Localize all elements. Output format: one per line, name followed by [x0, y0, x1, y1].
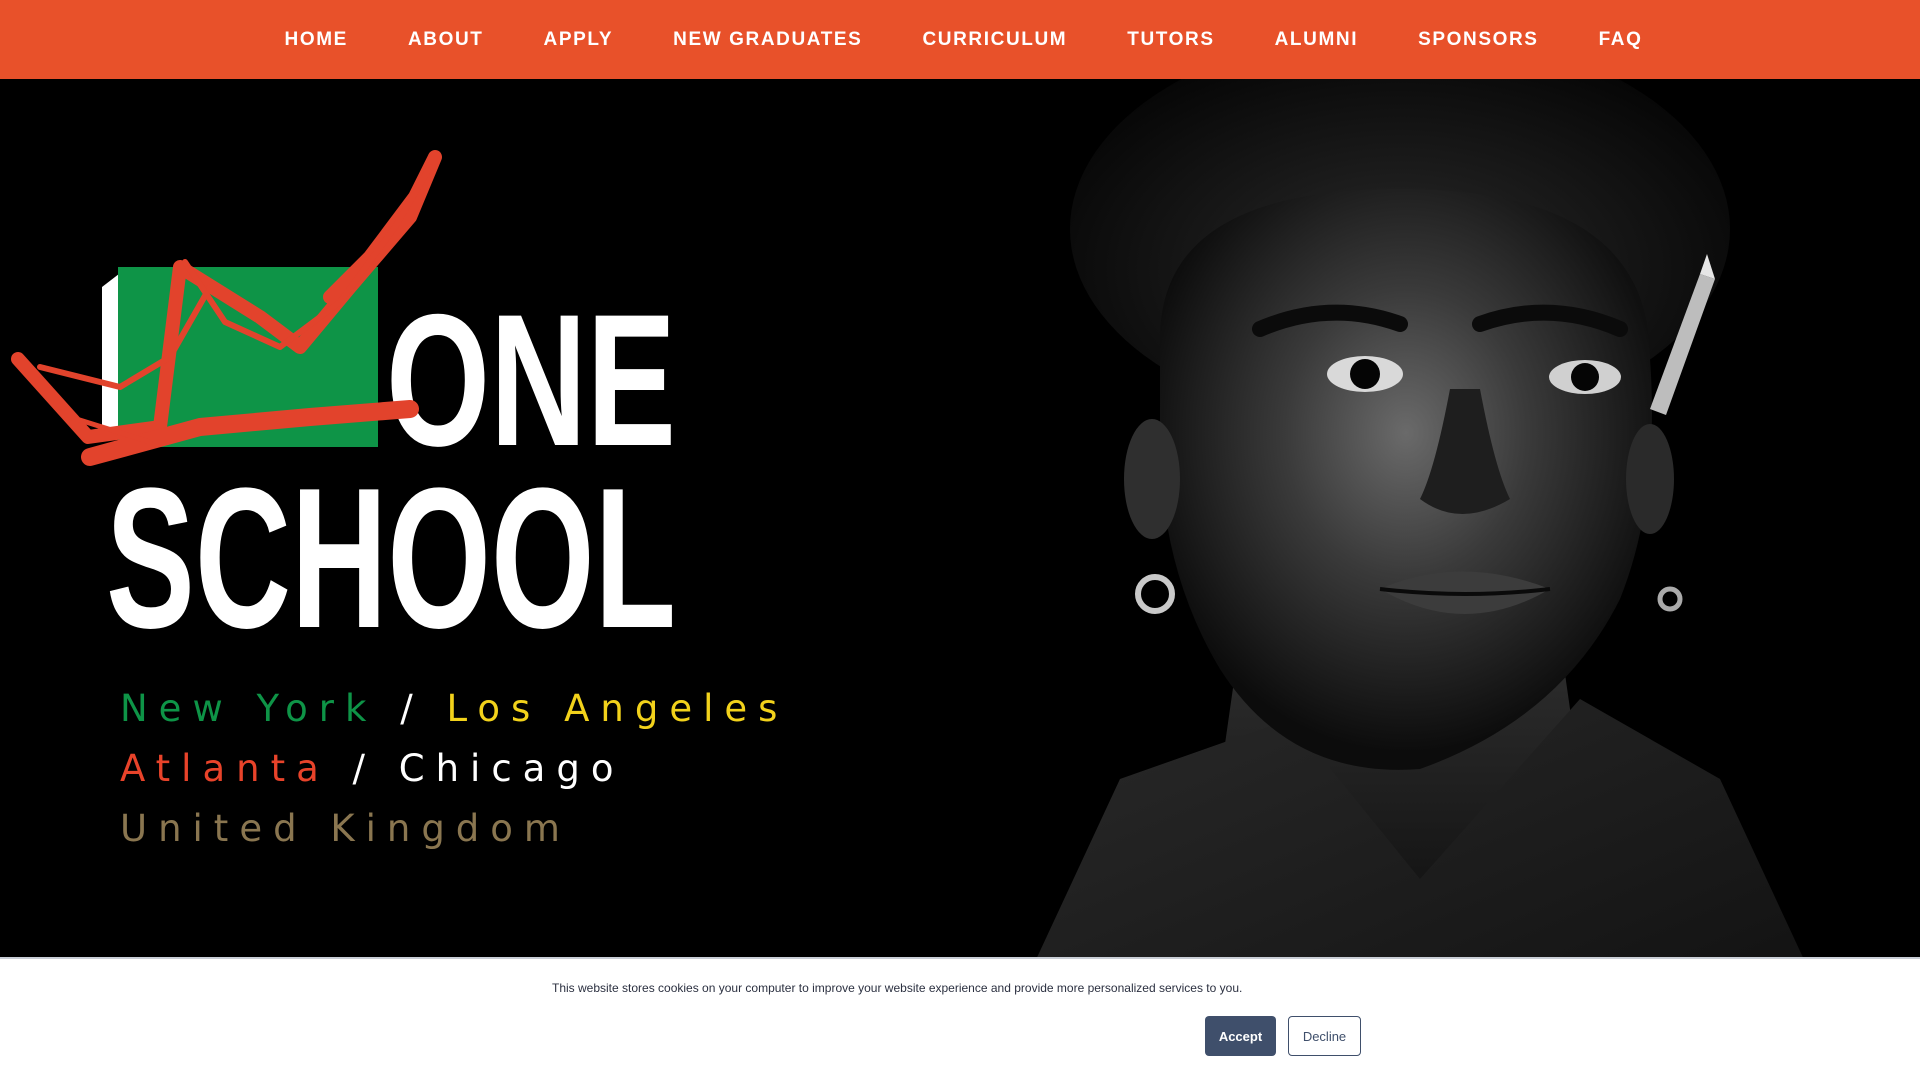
nav-tutors[interactable]: TUTORS [1127, 29, 1214, 51]
city-line-2: Atlanta / Chicago [120, 739, 788, 799]
nav-home[interactable]: HOME [285, 29, 348, 51]
nav-sponsors[interactable]: SPONSORS [1418, 29, 1539, 51]
city-list: New York / Los Angeles Atlanta / Chicago… [120, 679, 788, 859]
accept-cookies-button[interactable]: Accept [1205, 1016, 1276, 1056]
nav-new-graduates[interactable]: NEW GRADUATES [673, 29, 862, 51]
cookie-banner: This website stores cookies on your comp… [0, 957, 1920, 1080]
city-united-kingdom: United Kingdom [120, 807, 571, 850]
city-atlanta: Atlanta [120, 747, 330, 790]
logo-word-school: SCHOOL [106, 447, 676, 670]
portrait-photo [980, 79, 1860, 1080]
nav-about[interactable]: ABOUT [408, 29, 484, 51]
top-navigation: HOME ABOUT APPLY NEW GRADUATES CURRICULU… [0, 0, 1920, 79]
cookie-message: This website stores cookies on your comp… [552, 981, 1243, 995]
nav-alumni[interactable]: ALUMNI [1275, 29, 1358, 51]
city-chicago: Chicago [398, 747, 625, 790]
nav-faq[interactable]: FAQ [1599, 29, 1643, 51]
city-line-1: New York / Los Angeles [120, 679, 788, 739]
city-los-angeles: Los Angeles [446, 687, 789, 730]
city-separator: / [352, 747, 376, 790]
nav-apply[interactable]: APPLY [544, 29, 614, 51]
nav-links: HOME ABOUT APPLY NEW GRADUATES CURRICULU… [255, 29, 1673, 51]
nav-curriculum[interactable]: CURRICULUM [922, 29, 1067, 51]
city-new-york: New York [120, 687, 378, 730]
city-separator: / [400, 687, 424, 730]
decline-cookies-button[interactable]: Decline [1288, 1016, 1361, 1056]
one-school-logo: ONE SCHOOL [11, 150, 676, 670]
city-line-3: United Kingdom [120, 799, 788, 859]
hero-section: ONE SCHOOL New York / Los Angeles Atlant… [0, 79, 1920, 1080]
